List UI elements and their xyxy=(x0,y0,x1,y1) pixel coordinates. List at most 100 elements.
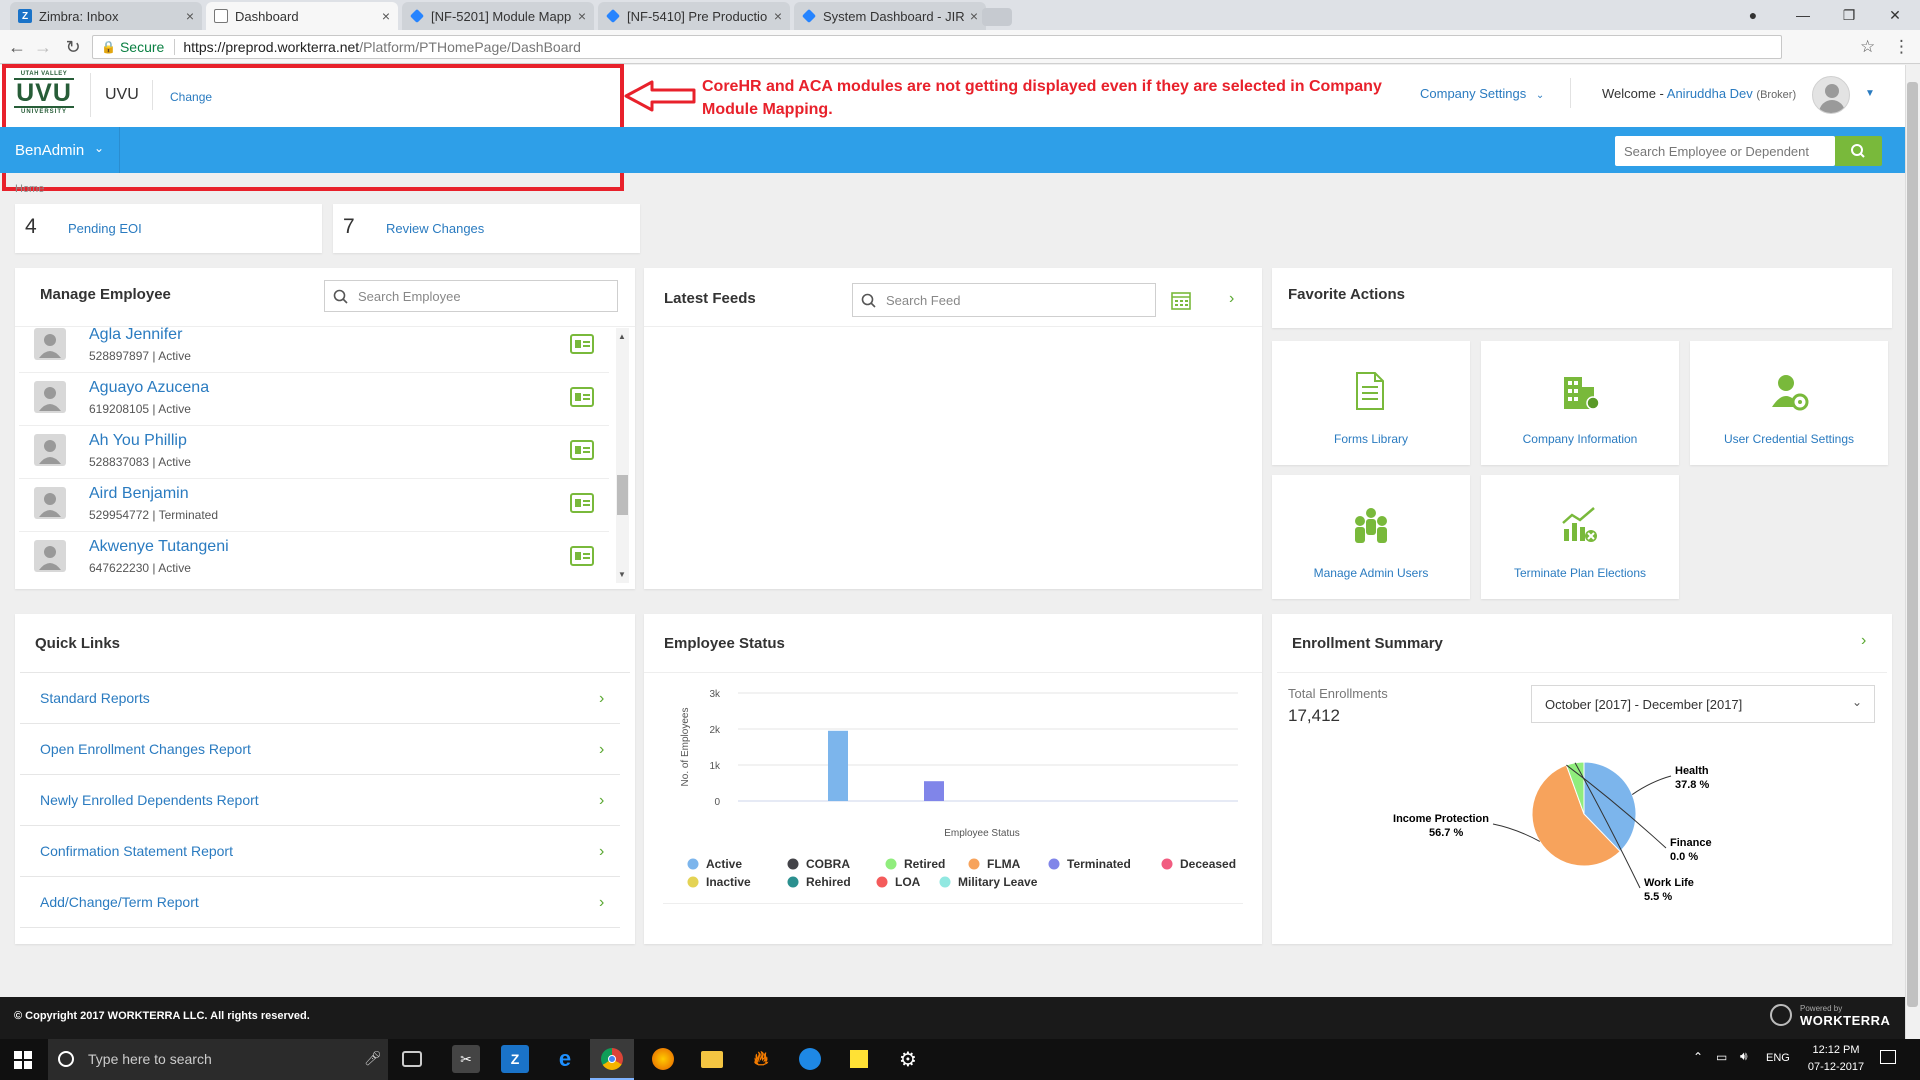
page-scroll-thumb[interactable] xyxy=(1907,82,1918,1007)
forward-icon[interactable]: → xyxy=(32,36,54,58)
employee-card-icon[interactable] xyxy=(570,334,594,354)
breadcrumb[interactable]: Home xyxy=(15,183,44,192)
windows-start-icon[interactable] xyxy=(14,1051,32,1069)
close-icon[interactable]: × xyxy=(970,8,978,24)
scroll-down-icon[interactable]: ▼ xyxy=(618,570,626,579)
employee-name-link[interactable]: Aird Benjamin xyxy=(89,485,189,503)
legend-label[interactable]: Inactive xyxy=(706,875,751,889)
chevron-right-icon[interactable]: › xyxy=(1229,290,1234,308)
company-information-tile[interactable]: Company Information xyxy=(1481,341,1679,465)
manage-admin-users-tile[interactable]: Manage Admin Users xyxy=(1272,475,1470,599)
employee-card-icon[interactable] xyxy=(570,546,594,566)
search-button[interactable] xyxy=(1835,136,1882,166)
network-icon[interactable]: ▭ xyxy=(1716,1050,1727,1064)
language-indicator[interactable]: ENG xyxy=(1766,1052,1790,1064)
period-select[interactable]: October [2017] - December [2017] ⌄ xyxy=(1531,685,1875,723)
bookmark-star-icon[interactable]: ☆ xyxy=(1860,37,1875,57)
quick-link-add-change-term[interactable]: Add/Change/Term Report › xyxy=(20,877,620,928)
scroll-thumb[interactable] xyxy=(617,475,628,515)
pending-eoi-card[interactable]: 4 Pending EOI xyxy=(15,204,322,253)
clock-time[interactable]: 12:12 PM xyxy=(1806,1044,1866,1056)
legend-label[interactable]: Active xyxy=(706,857,742,871)
list-item[interactable]: Agla Jennifer 528897897 | Active xyxy=(19,320,609,373)
browser-tab[interactable]: Dashboard × xyxy=(206,2,398,30)
benadmin-menu[interactable]: BenAdmin ⌄ xyxy=(0,127,120,173)
taskbar-search-input[interactable]: Type here to search 🎤︎ xyxy=(48,1039,388,1080)
sticky-notes-icon[interactable] xyxy=(845,1045,873,1073)
user-name-link[interactable]: Aniruddha Dev xyxy=(1667,86,1753,101)
employee-name-link[interactable]: Akwenye Tutangeni xyxy=(89,538,229,556)
flame-app-icon[interactable]: 🔥︎ xyxy=(747,1045,775,1073)
chrome-app-icon[interactable] xyxy=(590,1039,634,1080)
chevron-right-icon[interactable]: › xyxy=(1861,632,1866,650)
browser-tab[interactable]: Z Zimbra: Inbox × xyxy=(10,2,202,30)
browser-tab[interactable]: [NF-5410] Pre Productio × xyxy=(598,2,790,30)
legend-label[interactable]: Rehired xyxy=(806,875,851,889)
clock-date[interactable]: 07-12-2017 xyxy=(1806,1061,1866,1073)
avatar[interactable] xyxy=(1812,76,1850,114)
back-icon[interactable]: ← xyxy=(6,36,28,58)
employee-list-scrollbar[interactable]: ▲ ▼ xyxy=(616,328,629,583)
list-item[interactable]: Aird Benjamin 529954772 | Terminated xyxy=(19,479,609,532)
browser-tab[interactable]: [NF-5201] Module Mapp × xyxy=(402,2,594,30)
employee-card-icon[interactable] xyxy=(570,440,594,460)
employee-name-link[interactable]: Agla Jennifer xyxy=(89,326,182,344)
edge-browser-icon[interactable]: e xyxy=(551,1045,579,1073)
notifications-icon[interactable] xyxy=(1880,1050,1896,1064)
bar-terminated[interactable] xyxy=(924,781,944,801)
close-icon[interactable]: × xyxy=(186,8,194,24)
close-icon[interactable]: × xyxy=(774,8,782,24)
snipping-tool-icon[interactable]: ✂ xyxy=(452,1045,480,1073)
search-feed-input[interactable]: Search Feed xyxy=(852,283,1156,317)
employee-name-link[interactable]: Aguayo Azucena xyxy=(89,379,209,397)
tray-chevron-up-icon[interactable]: ⌃ xyxy=(1693,1050,1703,1064)
company-settings-menu[interactable]: Company Settings ⌄ xyxy=(1420,86,1544,101)
profile-icon[interactable]: ● xyxy=(1730,0,1776,30)
quick-link-newly-enrolled-dependents[interactable]: Newly Enrolled Dependents Report › xyxy=(20,775,620,826)
maximize-icon[interactable]: ❐ xyxy=(1826,0,1872,30)
forms-library-tile[interactable]: Forms Library xyxy=(1272,341,1470,465)
review-changes-card[interactable]: 7 Review Changes xyxy=(333,204,640,253)
microphone-icon[interactable]: 🎤︎ xyxy=(364,1050,382,1067)
reload-icon[interactable]: ↻ xyxy=(62,36,84,58)
terminate-plan-elections-tile[interactable]: Terminate Plan Elections xyxy=(1481,475,1679,599)
list-item[interactable]: Akwenye Tutangeni 647622230 | Active xyxy=(19,532,609,585)
legend-label[interactable]: FLMA xyxy=(987,857,1021,871)
firefox-icon[interactable] xyxy=(649,1045,677,1073)
list-item[interactable]: Ah You Phillip 528837083 | Active xyxy=(19,426,609,479)
settings-gear-icon[interactable]: ⚙ xyxy=(894,1045,922,1073)
legend-label[interactable]: Terminated xyxy=(1067,857,1131,871)
zimbra-app-icon[interactable]: Z xyxy=(501,1045,529,1073)
airplane-app-icon[interactable] xyxy=(796,1045,824,1073)
task-view-icon[interactable] xyxy=(402,1051,422,1067)
legend-label[interactable]: COBRA xyxy=(806,857,850,871)
employee-search-input[interactable]: Search Employee or Dependent xyxy=(1615,136,1835,166)
employee-card-icon[interactable] xyxy=(570,493,594,513)
search-employee-input[interactable]: Search Employee xyxy=(324,280,618,312)
menu-kebab-icon[interactable]: ⋮ xyxy=(1893,37,1910,57)
browser-tab[interactable]: System Dashboard - JIRA × xyxy=(794,2,986,30)
quick-link-open-enrollment-changes[interactable]: Open Enrollment Changes Report › xyxy=(20,724,620,775)
employee-name-link[interactable]: Ah You Phillip xyxy=(89,432,187,450)
close-icon[interactable]: × xyxy=(578,8,586,24)
legend-label[interactable]: Military Leave xyxy=(958,875,1038,889)
employee-card-icon[interactable] xyxy=(570,387,594,407)
close-window-icon[interactable]: ✕ xyxy=(1872,0,1918,30)
legend-label[interactable]: Retired xyxy=(904,857,945,871)
file-explorer-icon[interactable] xyxy=(698,1045,726,1073)
legend-label[interactable]: Deceased xyxy=(1180,857,1236,871)
quick-link-standard-reports[interactable]: Standard Reports › xyxy=(20,673,620,724)
bar-active[interactable] xyxy=(828,730,848,801)
minimize-icon[interactable]: — xyxy=(1780,0,1826,30)
legend-label[interactable]: LOA xyxy=(895,875,921,889)
close-icon[interactable]: × xyxy=(382,8,390,24)
calendar-icon[interactable] xyxy=(1171,290,1191,310)
url-input[interactable]: 🔒 Secure https://preprod.workterra.net/P… xyxy=(92,35,1782,59)
quick-link-confirmation-statement[interactable]: Confirmation Statement Report › xyxy=(20,826,620,877)
new-tab-button[interactable] xyxy=(982,8,1012,26)
scroll-up-icon[interactable]: ▲ xyxy=(618,332,626,341)
volume-icon[interactable]: 🔊︎ xyxy=(1740,1049,1748,1064)
user-menu-caret-icon[interactable]: ▼ xyxy=(1865,88,1875,99)
list-item[interactable]: Aguayo Azucena 619208105 | Active xyxy=(19,373,609,426)
user-credential-settings-tile[interactable]: User Credential Settings xyxy=(1690,341,1888,465)
